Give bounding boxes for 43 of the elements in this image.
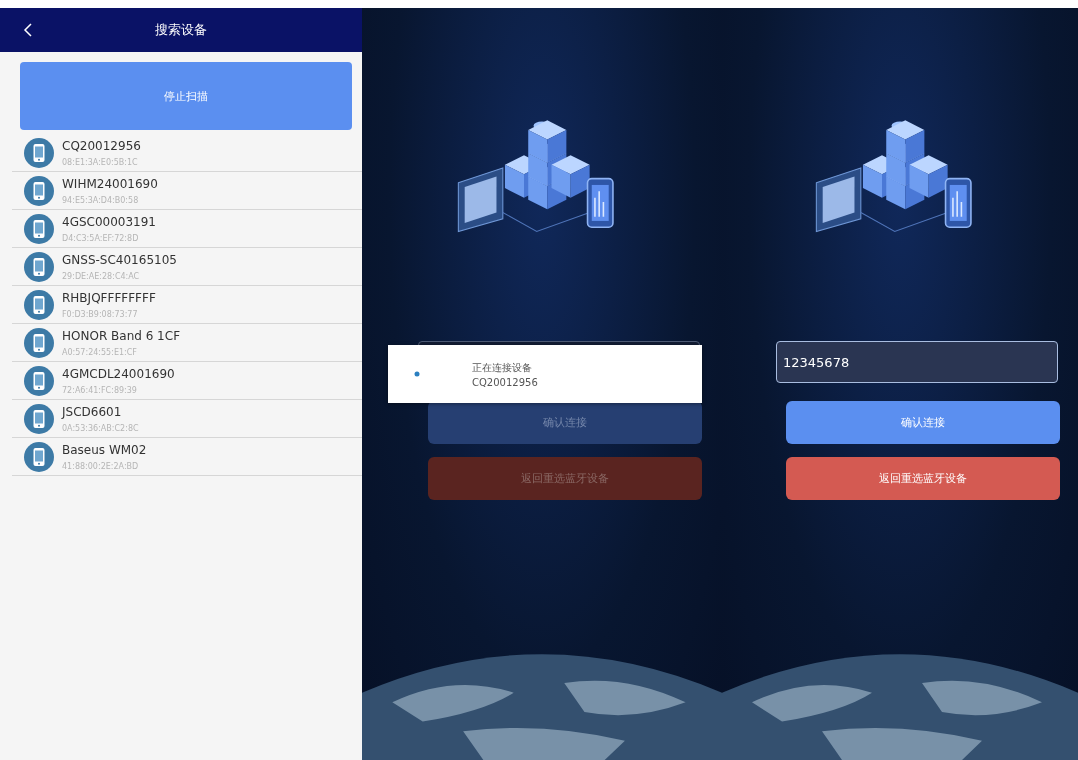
device-list-item[interactable]: Baseus WM02 41:88:00:2E:2A:BD	[12, 438, 362, 476]
device-address: 72:A6:41:FC:89:39	[62, 386, 138, 395]
device-list-item[interactable]: GNSS-SC40165105 29:DE:AE:28:C4:AC	[12, 248, 362, 286]
device-list-item[interactable]: RHBJQFFFFFFFF F0:D3:B9:08:73:77	[12, 286, 362, 324]
device-name: CQ20012956	[62, 139, 141, 153]
phone-icon	[24, 366, 54, 396]
phone-icon	[24, 290, 54, 320]
device-list-item[interactable]: 4GSC00003191 D4:C3:5A:EF:72:8D	[12, 210, 362, 248]
phone-icon	[24, 138, 54, 168]
dialog-message: 正在连接设备	[472, 360, 533, 375]
device-address: A0:57:24:55:E1:CF	[62, 348, 138, 357]
device-address: D4:C3:5A:EF:72:8D	[62, 234, 140, 243]
phone-icon	[24, 404, 54, 434]
device-name: Baseus WM02	[62, 443, 147, 457]
device-list-item[interactable]: WIHM24001690 94:E5:3A:D4:B0:58	[12, 172, 362, 210]
device-list-item[interactable]: CQ20012956 08:E1:3A:E0:5B:1C	[12, 134, 362, 172]
device-name: WIHM24001690	[62, 177, 158, 191]
device-name: JSCD6601	[62, 405, 123, 419]
phone-icon	[24, 252, 54, 282]
reselect-device-button[interactable]: 返回重选蓝牙设备	[786, 457, 1060, 500]
device-list-item[interactable]: 4GMCDL24001690 72:A6:41:FC:89:39	[12, 362, 362, 400]
device-address: F0:D3:B9:08:73:77	[62, 310, 139, 319]
phone-icon	[24, 214, 54, 244]
device-name: 4GSC00003191	[62, 215, 156, 229]
device-name: HONOR Band 6 1CF	[62, 329, 181, 343]
back-icon[interactable]	[22, 22, 34, 38]
dialog-device-name: CQ20012956	[472, 376, 538, 388]
device-name: RHBJQFFFFFFFF	[62, 291, 156, 305]
device-name: GNSS-SC40165105	[62, 253, 177, 267]
device-name: 4GMCDL24001690	[62, 367, 175, 381]
device-address: 29:DE:AE:28:C4:AC	[62, 272, 141, 281]
device-list-item[interactable]: HONOR Band 6 1CF A0:57:24:55:E1:CF	[12, 324, 362, 362]
device-address: 0A:53:36:AB:C2:8C	[62, 424, 139, 433]
phone-icon	[24, 442, 54, 472]
device-address: 08:E1:3A:E0:5B:1C	[62, 158, 139, 167]
device-address: 94:E5:3A:D4:B0:58	[62, 196, 140, 205]
screen-title: 搜索设备	[155, 21, 207, 39]
password-field[interactable]: 12345678	[776, 341, 1058, 383]
device-address: 41:88:00:2E:2A:BD	[62, 462, 140, 471]
spinner-icon	[414, 371, 420, 377]
phone-icon	[24, 328, 54, 358]
phone-icon	[24, 176, 54, 206]
device-list-item[interactable]: JSCD6601 0A:53:36:AB:C2:8C	[12, 400, 362, 438]
